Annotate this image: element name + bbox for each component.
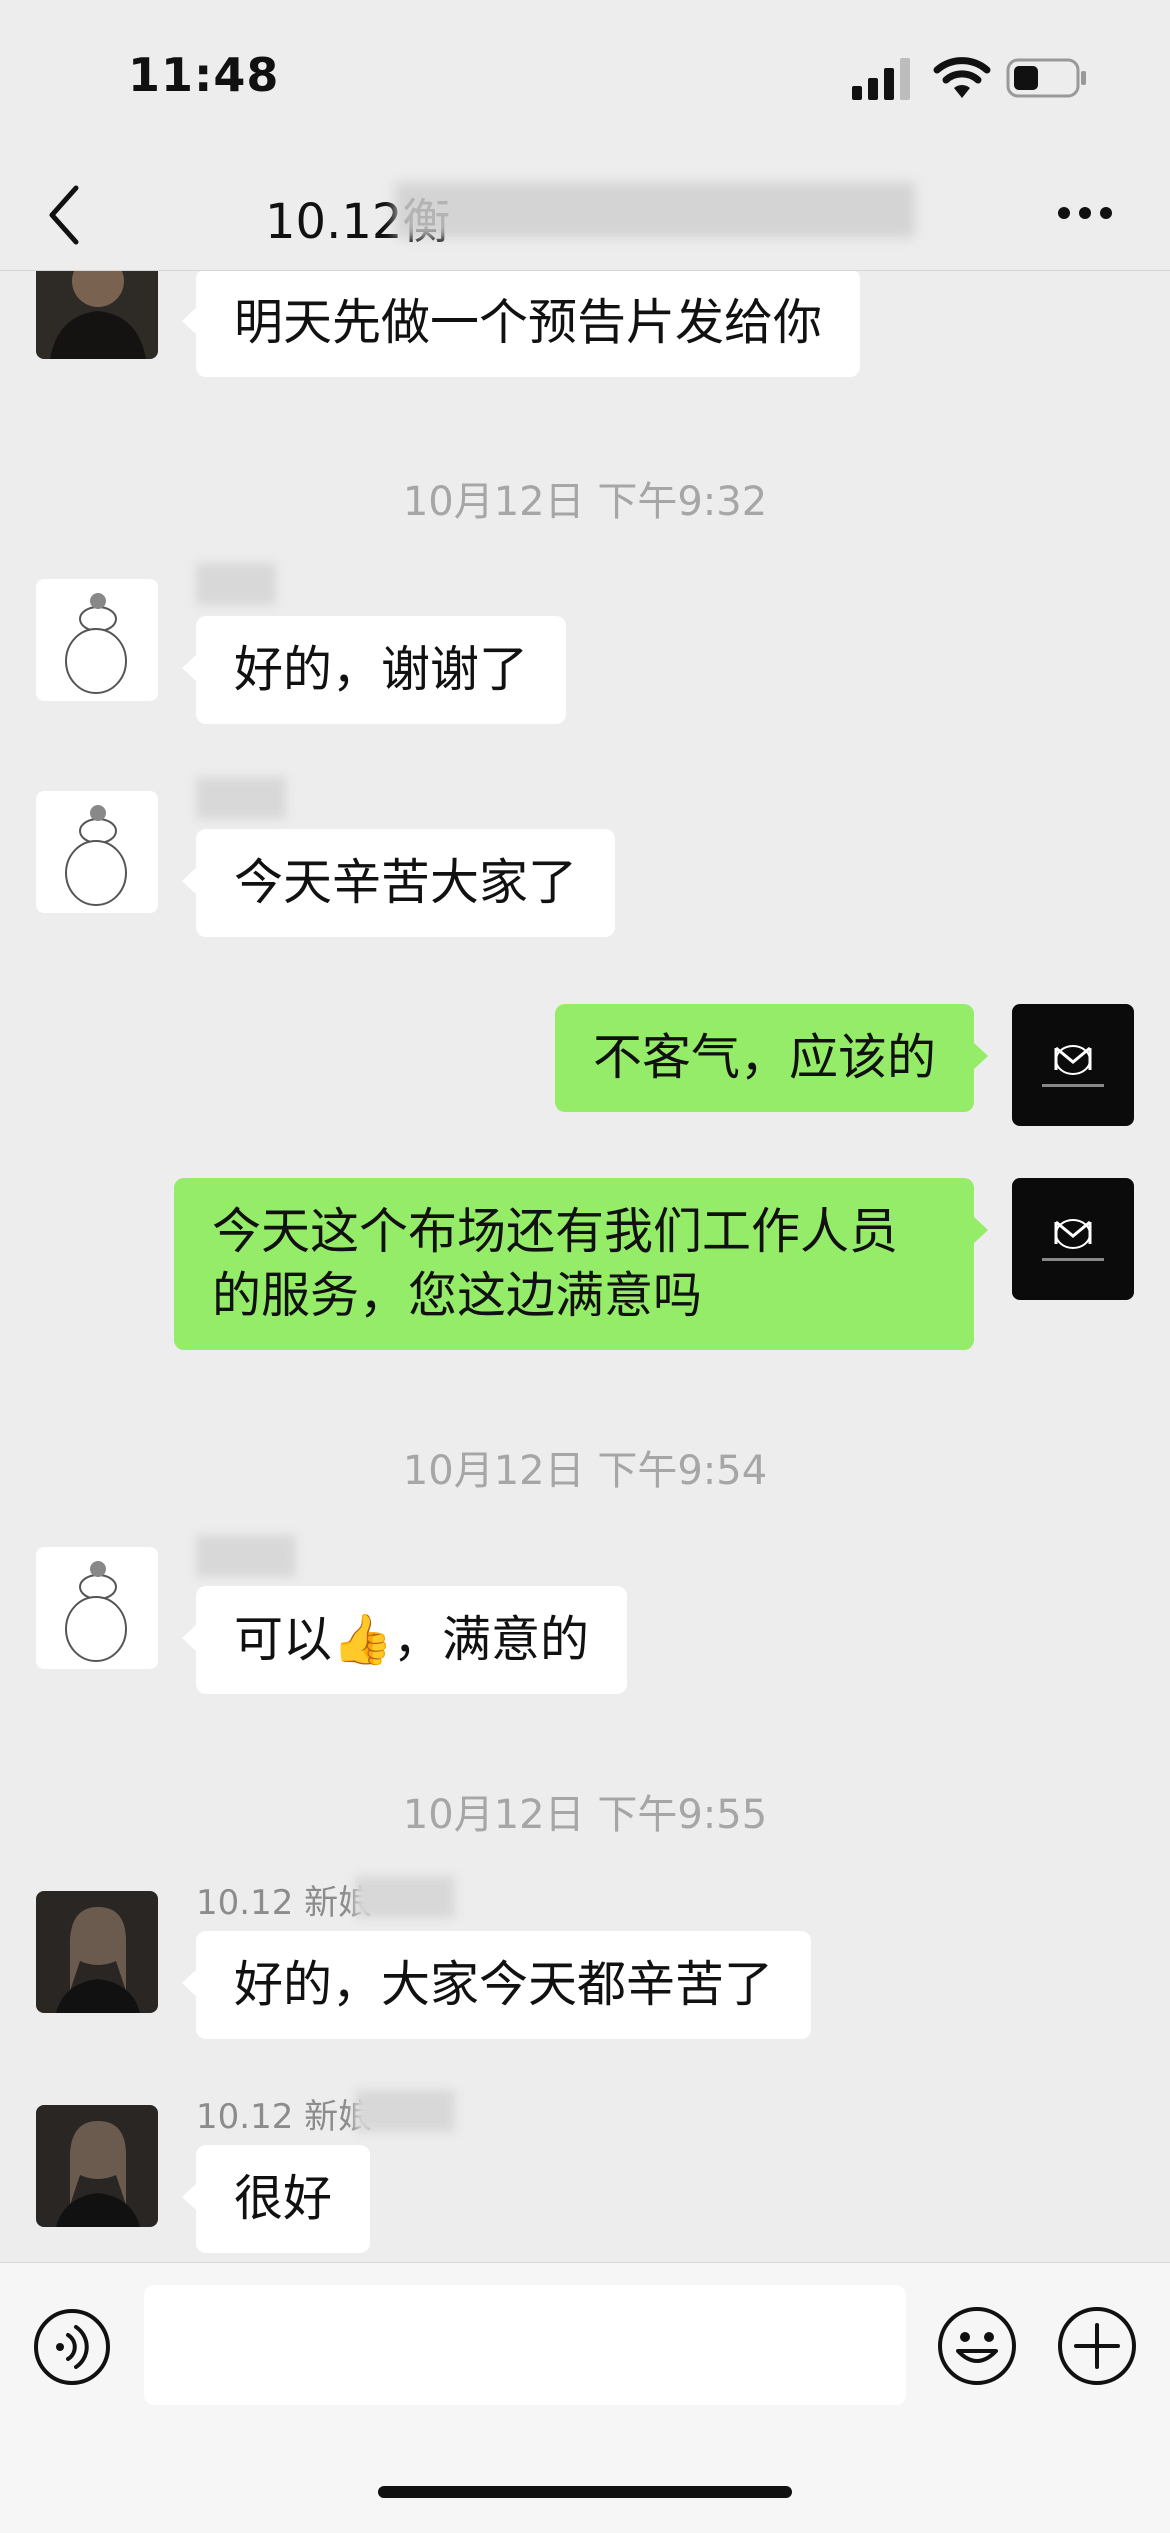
plus-icon[interactable] [1056, 2305, 1138, 2387]
sender-name: 10.12 新娘 [196, 2097, 373, 2137]
avatar-self[interactable] [1012, 1004, 1134, 1126]
person-photo-icon [36, 2105, 158, 2227]
more-dots-icon[interactable] [1056, 198, 1114, 228]
avatar[interactable] [36, 271, 158, 359]
status-bar: 11:48 [0, 0, 1170, 150]
emoji-icon[interactable] [936, 2305, 1018, 2387]
message-bubble[interactable]: 好的，大家今天都辛苦了 [181, 1931, 812, 2039]
redacted-title-area [395, 182, 915, 238]
timestamp: 10月12日 下午9:55 [402, 1792, 768, 1838]
message-bubble-outgoing[interactable]: 今天这个布场还有我们工作人员的服务，您这边满意吗 [174, 1178, 988, 1350]
battery-icon [1006, 58, 1086, 98]
avatar[interactable] [36, 2105, 158, 2227]
redacted-sender [196, 1535, 296, 1577]
message-bubble[interactable]: 可以👍，满意的 [181, 1586, 628, 1694]
avatar[interactable] [36, 791, 158, 913]
robot-cartoon-icon [36, 579, 158, 701]
timestamp: 10月12日 下午9:32 [402, 479, 768, 525]
sender-name: 10.12 新娘 [196, 1883, 373, 1923]
avatar[interactable] [36, 579, 158, 701]
input-bar [0, 2262, 1170, 2533]
brand-logo-icon [1012, 1178, 1134, 1300]
message-text: 可以 [234, 1611, 333, 1668]
person-photo-icon [36, 271, 158, 359]
message-list[interactable]: 明天先做一个预告片发给你 10月12日 下午9:32 好的，谢谢了 今天辛苦大家… [0, 271, 1170, 2261]
avatar-self[interactable] [1012, 1178, 1134, 1300]
message-bubble[interactable]: 好的，谢谢了 [181, 616, 567, 724]
robot-cartoon-icon [36, 1547, 158, 1669]
chat-header: 10.12衡 [0, 160, 1170, 271]
avatar[interactable] [36, 1547, 158, 1669]
message-bubble[interactable]: 今天辛苦大家了 [181, 829, 616, 937]
message-bubble[interactable]: 明天先做一个预告片发给你 [181, 271, 861, 377]
avatar[interactable] [36, 1891, 158, 2013]
redacted-sender [355, 2090, 455, 2132]
status-time: 11:48 [128, 48, 280, 102]
timestamp: 10月12日 下午9:54 [402, 1448, 768, 1494]
robot-cartoon-icon [36, 791, 158, 913]
wifi-icon [933, 57, 991, 98]
cellular-signal-icon [852, 58, 910, 100]
home-indicator [378, 2486, 792, 2498]
redacted-sender [196, 563, 276, 605]
message-bubble[interactable]: 很好 [181, 2145, 371, 2253]
message-input[interactable] [144, 2285, 906, 2405]
thumbs-up-emoji-icon: 👍 [332, 1611, 394, 1668]
message-text: ，满意的 [393, 1611, 590, 1668]
person-photo-icon [36, 1891, 158, 2013]
redacted-sender [196, 777, 286, 819]
brand-logo-icon [1012, 1004, 1134, 1126]
message-bubble-outgoing[interactable]: 不客气，应该的 [554, 1004, 989, 1112]
chevron-left-icon[interactable] [44, 180, 84, 250]
redacted-sender [355, 1876, 455, 1918]
voice-icon[interactable] [32, 2307, 112, 2387]
